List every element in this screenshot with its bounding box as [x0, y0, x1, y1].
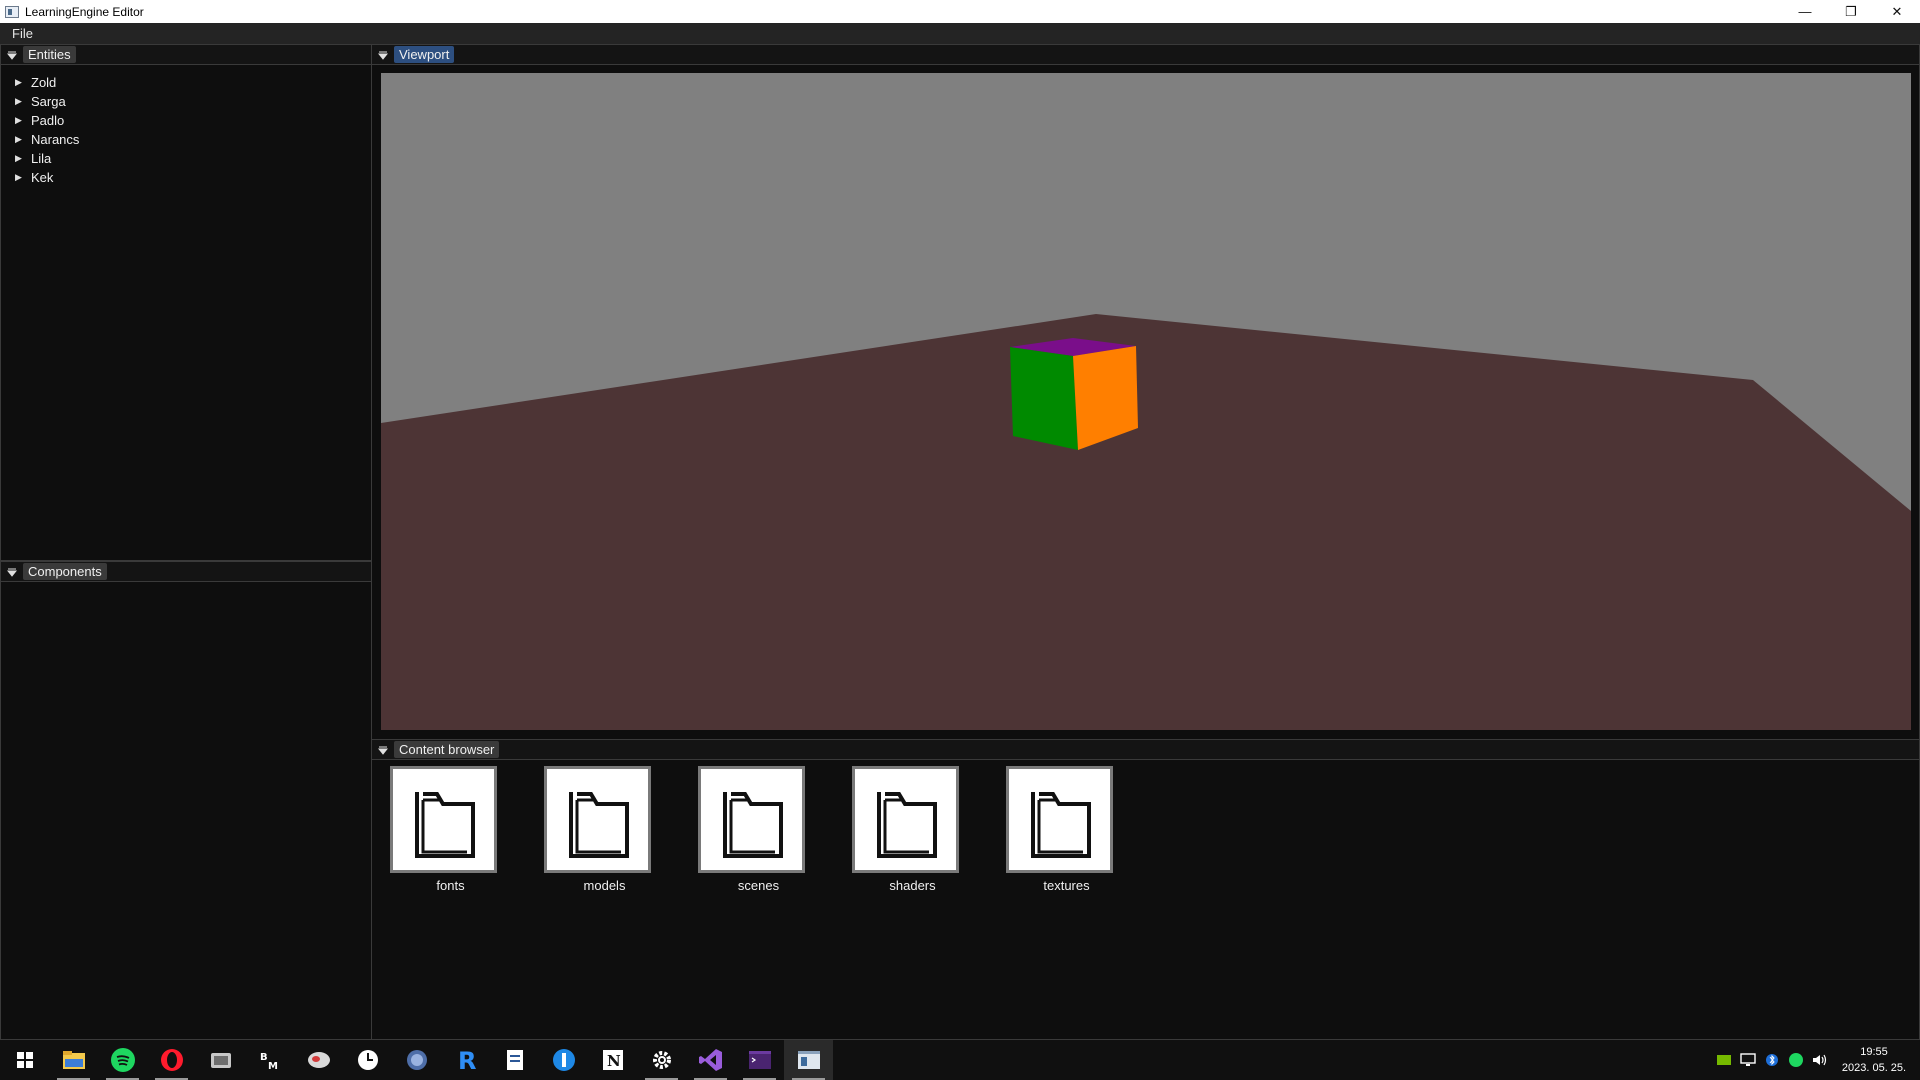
viewport-scene[interactable] [381, 73, 1911, 730]
folder-grid: fonts models scenes shaders textures [390, 766, 1160, 893]
file-explorer-icon[interactable] [49, 1040, 98, 1080]
entity-item-sarga[interactable]: ▶ Sarga [1, 92, 371, 111]
app-icon[interactable] [294, 1040, 343, 1080]
entity-label: Kek [31, 170, 54, 185]
expand-arrow-icon[interactable]: ▶ [15, 172, 31, 183]
entity-tree: ▶ Zold ▶ Sarga ▶ Padlo ▶ Narancs ▶ Lila ▶ Kek [1, 65, 371, 187]
tab-content-browser[interactable]: Content browser [394, 741, 500, 758]
app-icon[interactable] [196, 1040, 245, 1080]
expand-arrow-icon[interactable]: ▶ [15, 96, 31, 107]
menu-file[interactable]: File [0, 26, 45, 41]
bm-app-icon[interactable]: BM [245, 1040, 294, 1080]
collapse-arrow-icon[interactable] [372, 45, 394, 65]
folder-icon[interactable] [852, 766, 959, 873]
clock-app-icon[interactable] [343, 1040, 392, 1080]
tab-components[interactable]: Components [23, 563, 107, 580]
folder-icon[interactable] [390, 766, 497, 873]
viewport-panel: Viewport [371, 44, 1920, 740]
svg-text:N: N [607, 1052, 621, 1070]
spotify-icon[interactable] [98, 1040, 147, 1080]
bluetooth-icon[interactable] [1760, 1040, 1784, 1080]
learning-engine-icon[interactable] [784, 1040, 833, 1080]
clock-time: 19:55 [1860, 1046, 1888, 1058]
entity-item-narancs[interactable]: ▶ Narancs [1, 130, 371, 149]
tab-viewport[interactable]: Viewport [394, 46, 455, 63]
system-tray: 19:55 2023. 05. 25. [1712, 1040, 1920, 1080]
volume-icon[interactable] [1808, 1040, 1832, 1080]
folder-label: models [583, 878, 626, 893]
app-icon[interactable] [539, 1040, 588, 1080]
entity-item-zold[interactable]: ▶ Zold [1, 73, 371, 92]
menu-bar: File [0, 23, 1920, 44]
app-icon[interactable] [392, 1040, 441, 1080]
folder-item-shaders[interactable]: shaders [852, 766, 1006, 893]
entity-label: Lila [31, 151, 52, 166]
expand-arrow-icon[interactable]: ▶ [15, 77, 31, 88]
folder-icon[interactable] [544, 766, 651, 873]
minimize-button[interactable]: — [1782, 0, 1828, 23]
folder-item-scenes[interactable]: scenes [698, 766, 852, 893]
folder-item-textures[interactable]: textures [1006, 766, 1160, 893]
restore-button[interactable]: ❐ [1828, 0, 1874, 23]
clock-date: 2023. 05. 25. [1841, 1062, 1907, 1074]
tab-entities[interactable]: Entities [23, 46, 76, 63]
entity-label: Zold [31, 75, 57, 90]
entities-panel: Entities ▶ Zold ▶ Sarga ▶ Padlo ▶ Narancs ▶ L… [0, 44, 372, 561]
entity-label: Narancs [31, 132, 80, 147]
entity-item-padlo[interactable]: ▶ Padlo [1, 111, 371, 130]
entity-item-lila[interactable]: ▶ Lila [1, 149, 371, 168]
svg-text:M: M [268, 1061, 278, 1071]
folder-label: fonts [436, 878, 465, 893]
taskbar: BM R N 19:55 2023. 05. 25. [0, 1040, 1920, 1080]
r-app-icon[interactable]: R [441, 1040, 490, 1080]
close-button[interactable]: ✕ [1874, 0, 1920, 23]
svg-text:B: B [260, 1052, 268, 1063]
collapse-arrow-icon[interactable] [372, 740, 394, 760]
folder-label: shaders [889, 878, 936, 893]
settings-gear-icon[interactable] [637, 1040, 686, 1080]
folder-label: scenes [737, 878, 780, 893]
entity-item-kek[interactable]: ▶ Kek [1, 168, 371, 187]
entity-label: Sarga [31, 94, 66, 109]
expand-arrow-icon[interactable]: ▶ [15, 115, 31, 126]
entity-label: Padlo [31, 113, 65, 128]
collapse-arrow-icon[interactable] [1, 562, 23, 582]
collapse-arrow-icon[interactable] [1, 45, 23, 65]
title-bar: LearningEngine Editor — ❐ ✕ [0, 0, 1920, 23]
window-title: LearningEngine Editor [25, 4, 144, 19]
opera-icon[interactable] [147, 1040, 196, 1080]
windows-start-icon[interactable] [0, 1040, 49, 1080]
spotify-tray-icon[interactable] [1784, 1040, 1808, 1080]
app-icon [5, 5, 19, 18]
scene-cube[interactable] [1010, 338, 1138, 450]
taskbar-clock[interactable]: 19:55 2023. 05. 25. [1836, 1044, 1912, 1076]
folder-label: textures [1043, 878, 1090, 893]
expand-arrow-icon[interactable]: ▶ [15, 134, 31, 145]
expand-arrow-icon[interactable]: ▶ [15, 153, 31, 164]
components-panel: Components [0, 561, 372, 1040]
folder-item-fonts[interactable]: fonts [390, 766, 544, 893]
nvidia-icon[interactable] [1712, 1040, 1736, 1080]
folder-item-models[interactable]: models [544, 766, 698, 893]
notes-icon[interactable] [490, 1040, 539, 1080]
svg-text:R: R [458, 1048, 476, 1072]
content-browser-panel: Content browser fonts models scenes shad… [371, 739, 1920, 1040]
terminal-icon[interactable] [735, 1040, 784, 1080]
notion-icon[interactable]: N [588, 1040, 637, 1080]
folder-icon[interactable] [698, 766, 805, 873]
network-icon[interactable] [1736, 1040, 1760, 1080]
visual-studio-icon[interactable] [686, 1040, 735, 1080]
folder-icon[interactable] [1006, 766, 1113, 873]
